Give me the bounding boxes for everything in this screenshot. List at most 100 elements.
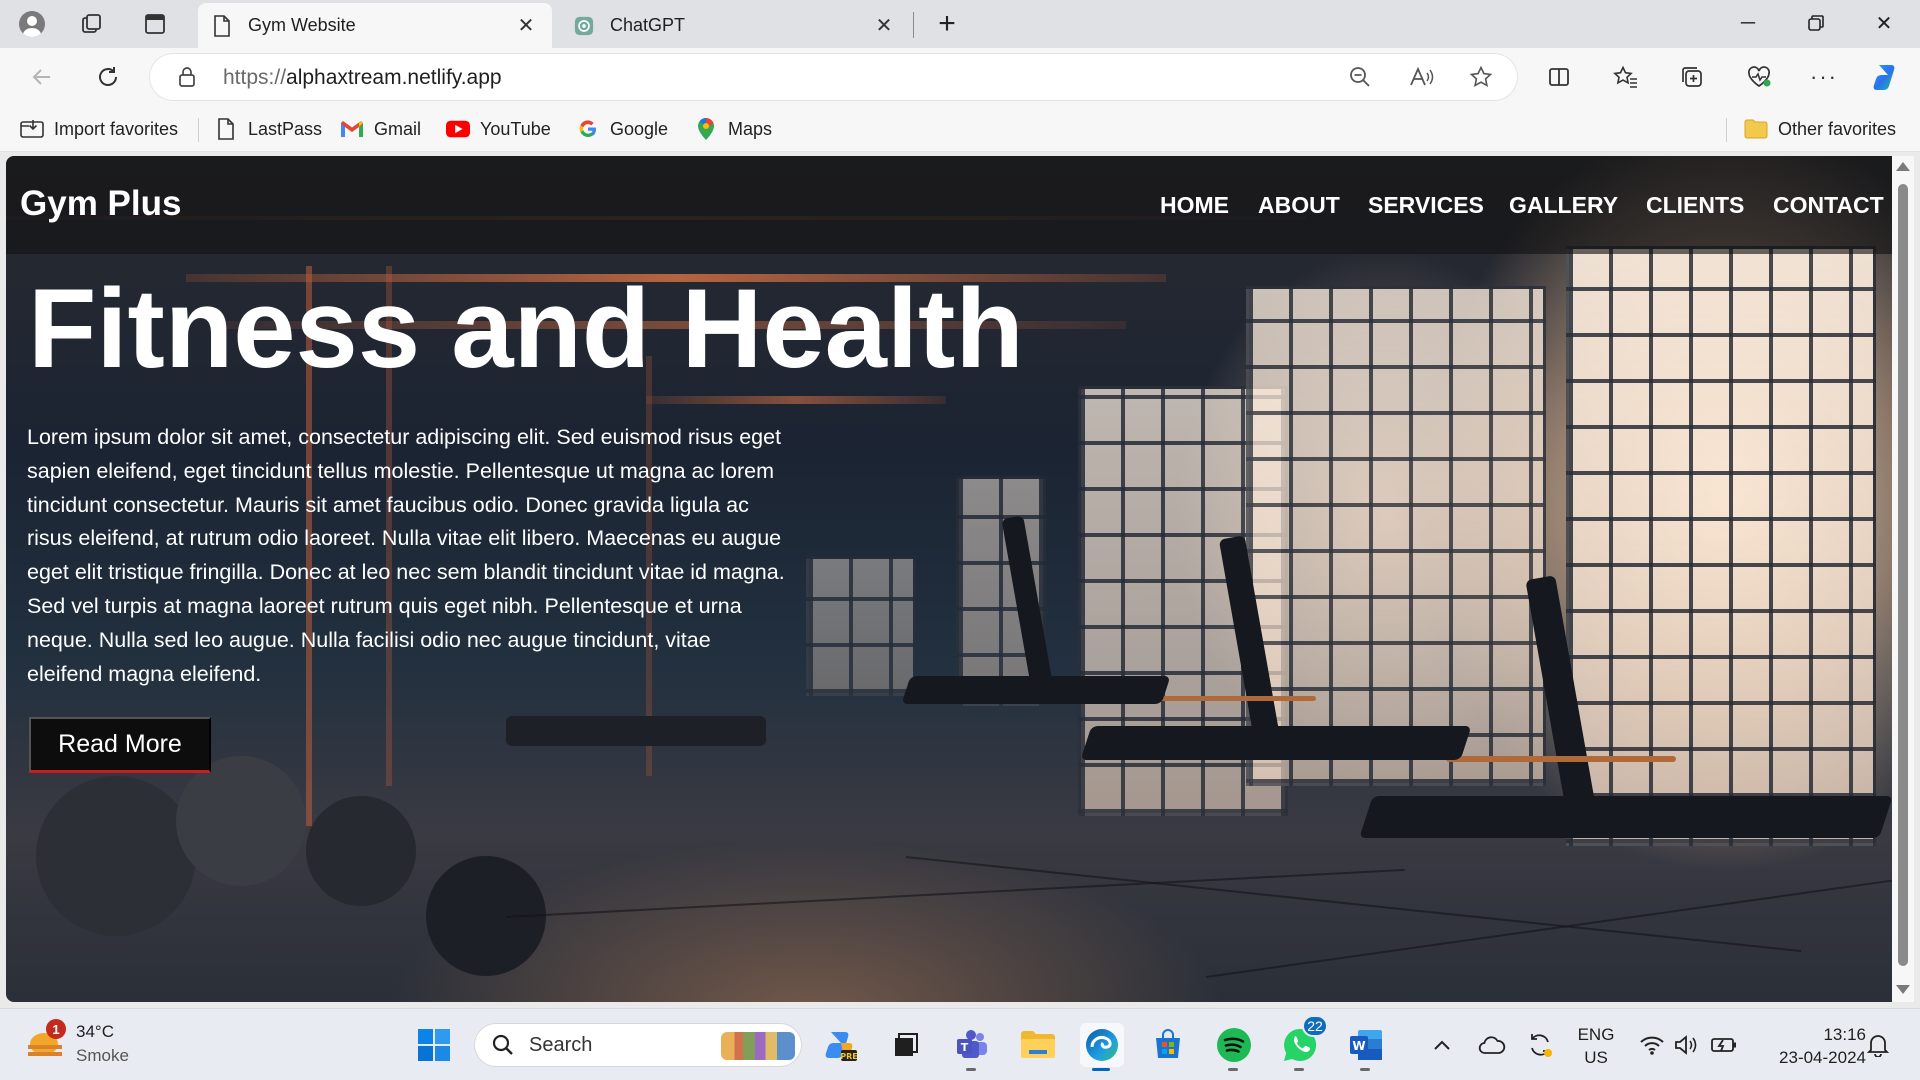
notification-bell-icon[interactable]: [1864, 1031, 1892, 1059]
running-indicator: [1092, 1068, 1110, 1071]
nav-link-about[interactable]: ABOUT: [1258, 192, 1340, 219]
hero-paragraph: Lorem ipsum dolor sit amet, consectetur …: [27, 425, 785, 686]
site-logo[interactable]: Gym Plus: [20, 184, 181, 224]
search-label: Search: [529, 1033, 593, 1056]
nav-link-contact[interactable]: CONTACT: [1773, 192, 1884, 219]
youtube-icon: [446, 117, 470, 141]
zoom-out-icon[interactable]: [1346, 63, 1374, 91]
spotify-icon[interactable]: [1212, 1023, 1256, 1071]
taskbar-search[interactable]: Search: [474, 1023, 802, 1067]
back-icon[interactable]: [24, 59, 60, 95]
volume-icon[interactable]: [1672, 1031, 1700, 1059]
windows-logo-icon: [418, 1029, 450, 1061]
read-more-button[interactable]: Read More: [29, 717, 211, 773]
whatsapp-icon[interactable]: 22: [1278, 1015, 1328, 1071]
page-icon: [214, 117, 238, 141]
web-page: Gym Plus HOME ABOUT SERVICES GALLERY CLI…: [6, 156, 1892, 1002]
edge-icon[interactable]: [1080, 1023, 1124, 1071]
copilot-taskbar-icon[interactable]: PRE: [818, 1023, 862, 1067]
tab-title: Gym Website: [248, 15, 356, 35]
language-indicator[interactable]: ENG US: [1574, 1023, 1618, 1069]
more-icon[interactable]: ···: [1806, 59, 1842, 95]
url-text[interactable]: https://alphaxtream.netlify.app: [223, 66, 502, 90]
collections-icon[interactable]: [1674, 59, 1710, 95]
microsoft-store-icon[interactable]: [1146, 1023, 1190, 1067]
word-icon[interactable]: W: [1344, 1023, 1388, 1071]
gmail-icon: [340, 117, 364, 141]
clock-date: 23-04-2024: [1779, 1048, 1866, 1067]
page-scrollbar[interactable]: [1892, 156, 1914, 1002]
system-clock[interactable]: 13:16 23-04-2024: [1756, 1023, 1866, 1069]
tab-gym-website[interactable]: Gym Website ✕: [198, 3, 552, 48]
close-tab-icon[interactable]: ✕: [872, 14, 896, 38]
scroll-up-arrow-icon[interactable]: [1896, 162, 1910, 171]
search-icon: [491, 1033, 515, 1057]
weather-badge: 1: [46, 1019, 66, 1039]
chatgpt-icon: [574, 16, 594, 36]
favorite-maps[interactable]: Maps: [694, 115, 772, 143]
svg-text:W: W: [1352, 1039, 1365, 1053]
page-icon: [212, 14, 232, 37]
whatsapp-badge: 22: [1302, 1015, 1328, 1037]
split-screen-icon[interactable]: [1541, 59, 1577, 95]
site-navbar: Gym Plus HOME ABOUT SERVICES GALLERY CLI…: [6, 156, 1892, 254]
tab-title: ChatGPT: [610, 15, 686, 35]
tab-chatgpt[interactable]: ChatGPT ✕: [560, 3, 910, 48]
browser-toolbar: https://alphaxtream.netlify.app ···: [0, 48, 1920, 106]
running-indicator: [966, 1068, 976, 1071]
teams-icon[interactable]: T: [950, 1023, 994, 1071]
favorite-star-icon[interactable]: [1467, 63, 1495, 91]
nav-link-services[interactable]: SERVICES: [1368, 192, 1484, 219]
weather-description: Smoke: [76, 1046, 129, 1065]
favorite-import[interactable]: Import favorites: [20, 115, 178, 143]
taskbar: 1 34°C Smoke Search PRE T 22 W ENG US 13…: [0, 1008, 1920, 1080]
task-view-icon[interactable]: [884, 1023, 928, 1067]
refresh-icon[interactable]: [90, 59, 126, 95]
scroll-down-arrow-icon[interactable]: [1896, 985, 1910, 994]
scroll-thumb[interactable]: [1898, 184, 1908, 966]
start-button[interactable]: [412, 1023, 456, 1067]
restore-icon[interactable]: [1784, 0, 1848, 46]
nav-link-clients[interactable]: CLIENTS: [1646, 192, 1744, 219]
browser-essentials-icon[interactable]: [1741, 59, 1777, 95]
sync-icon[interactable]: [1526, 1031, 1554, 1059]
favorite-youtube[interactable]: YouTube: [446, 115, 551, 143]
favorites-divider: [198, 118, 199, 142]
workspaces-icon[interactable]: [76, 8, 108, 40]
new-tab-button[interactable]: +: [931, 7, 963, 40]
lock-icon[interactable]: [176, 66, 198, 88]
tab-actions-icon[interactable]: [139, 8, 171, 40]
tab-strip: Gym Website ✕ ChatGPT ✕ + ─ ✕: [0, 0, 1920, 48]
favorites-icon[interactable]: [1608, 59, 1644, 95]
weather-temperature: 34°C: [76, 1022, 114, 1041]
favorites-bar: Import favorites LastPass Gmail YouTube …: [0, 106, 1920, 152]
profile-icon[interactable]: [16, 8, 48, 40]
search-highlight-image: [721, 1032, 795, 1060]
running-indicator: [1228, 1068, 1238, 1071]
maps-icon: [694, 117, 718, 141]
wifi-icon[interactable]: [1638, 1031, 1666, 1059]
nav-link-gallery[interactable]: GALLERY: [1509, 192, 1618, 219]
file-explorer-icon[interactable]: [1016, 1023, 1060, 1067]
svg-text:T: T: [961, 1041, 969, 1054]
import-icon: [20, 117, 44, 141]
hero-title: Fitness and Health: [28, 266, 1024, 391]
favorite-lastpass[interactable]: LastPass: [214, 115, 322, 143]
nav-link-home[interactable]: HOME: [1160, 192, 1229, 219]
favorite-google[interactable]: Google: [576, 115, 668, 143]
battery-charging-icon[interactable]: [1710, 1031, 1738, 1059]
favorites-divider: [1726, 118, 1727, 142]
minimize-icon[interactable]: ─: [1716, 0, 1780, 46]
close-tab-icon[interactable]: ✕: [514, 14, 538, 38]
read-aloud-icon[interactable]: [1407, 63, 1435, 91]
address-bar[interactable]: https://alphaxtream.netlify.app: [150, 54, 1517, 100]
favorite-gmail[interactable]: Gmail: [340, 115, 421, 143]
other-favorites[interactable]: Other favorites: [1744, 115, 1896, 143]
close-window-icon[interactable]: ✕: [1852, 0, 1916, 46]
copilot-icon[interactable]: [1868, 59, 1904, 95]
onedrive-icon[interactable]: [1478, 1031, 1506, 1059]
show-hidden-icons-chevron-up-icon[interactable]: [1428, 1031, 1456, 1059]
folder-icon: [1744, 117, 1768, 141]
weather-widget[interactable]: 1 34°C Smoke: [26, 1019, 129, 1069]
weather-haze-icon: 1: [26, 1019, 66, 1063]
